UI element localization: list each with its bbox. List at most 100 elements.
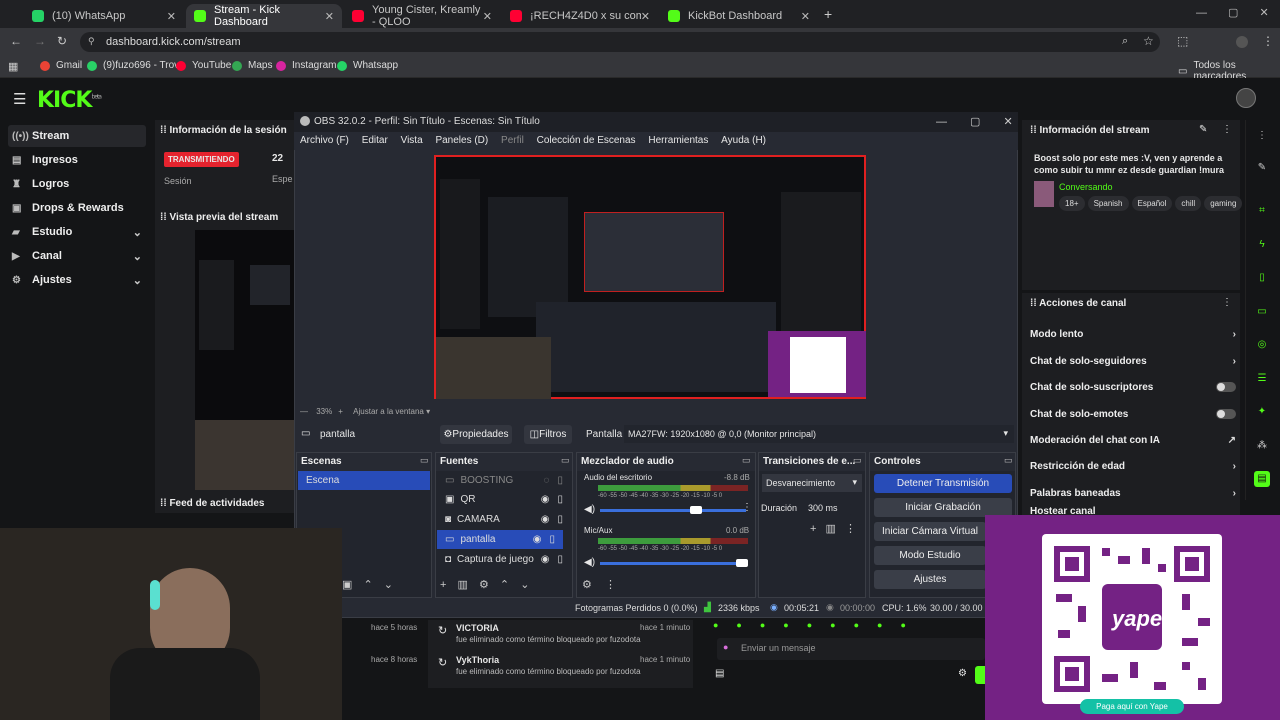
close-icon[interactable]: ✕ [641, 10, 650, 23]
clipboard-icon[interactable]: ▯ [1254, 270, 1270, 286]
add-icon[interactable]: + [810, 523, 816, 535]
tab-kickbot[interactable]: KickBot Dashboard ✕ [660, 4, 818, 28]
desktop-volume-slider[interactable] [600, 506, 746, 514]
tag[interactable]: Español [1131, 196, 1173, 211]
reload-icon[interactable]: ↻ [57, 34, 67, 48]
menu-vista[interactable]: Vista [401, 132, 423, 146]
tab-whatsapp[interactable]: (10) WhatsApp ✕ [24, 4, 184, 28]
fit-window-label[interactable]: Ajustar a la ventana [353, 407, 424, 416]
gear-icon[interactable]: ⚙ [479, 579, 489, 591]
menu-perfil[interactable]: Perfil [501, 132, 524, 146]
drag-icon[interactable]: ⁞⁞ [1030, 298, 1039, 309]
kebab-icon[interactable]: ⋮ [1222, 124, 1232, 135]
new-tab-icon[interactable]: + [824, 6, 832, 22]
action-subs-only[interactable]: Chat de solo-suscriptores [1030, 376, 1236, 398]
stop-stream-button[interactable]: Detener Transmisión [874, 474, 1012, 493]
zoom-in-icon[interactable]: + [338, 407, 345, 416]
stream-preview-video[interactable] [195, 230, 295, 490]
profile-avatar[interactable] [1236, 36, 1248, 48]
eye-icon[interactable]: ◉ [541, 494, 550, 505]
filter-icon[interactable]: ▣ [342, 579, 352, 591]
slider-handle[interactable] [690, 506, 702, 514]
list-icon[interactable]: ☰ [1254, 371, 1270, 387]
eye-icon[interactable]: ◉ [541, 514, 550, 525]
tag[interactable]: 18+ [1059, 196, 1085, 211]
dock-menu-icon[interactable]: ▭ [853, 455, 862, 466]
apps-icon[interactable]: ▦ [8, 60, 18, 73]
extensions-icon[interactable]: ⬚ [1177, 34, 1188, 48]
site-info-icon[interactable]: ⚲ [88, 36, 95, 47]
mixer-settings-icon[interactable]: ⚙ [582, 579, 592, 591]
up-icon[interactable]: ⌃ [363, 579, 372, 591]
bookmark-instagram[interactable]: Instagram [276, 60, 336, 71]
tab-kick-dashboard[interactable]: Stream - Kick Dashboard ✕ [186, 4, 342, 28]
close-icon[interactable]: ✕ [801, 10, 810, 23]
action-ai-moderation[interactable]: Moderación del chat con IA ↗ [1030, 429, 1236, 451]
tab-youtube-music[interactable]: Young Cister, Kreamly - QLOO ✕ [344, 4, 500, 28]
send-button[interactable] [975, 666, 985, 684]
sidebar-item-estudio[interactable]: ▰ Estudio ⌄ [8, 221, 146, 243]
duration-input[interactable]: 300 ms [804, 499, 862, 517]
sidebar-item-canal[interactable]: ▶ Canal ⌄ [8, 245, 146, 267]
bookmark-maps[interactable]: Maps [232, 60, 272, 71]
tab-youtube-video[interactable]: ¡RECH4Z4D0 x su comunida✕ [502, 4, 658, 28]
source-item-captura[interactable]: ◘ Captura de juego ◉ ▯ [437, 550, 571, 569]
scene-item[interactable]: Escena [298, 471, 430, 490]
menu-ayuda[interactable]: Ayuda (H) [721, 132, 766, 146]
lock-icon[interactable]: ▯ [557, 494, 563, 505]
lock-icon[interactable]: ▯ [557, 514, 563, 525]
menu-escenas[interactable]: Colección de Escenas [537, 132, 636, 146]
zoom-icon[interactable]: ⌕ [1122, 35, 1128, 48]
source-item-qr[interactable]: ▣ QR ◉ ▯ [437, 490, 571, 509]
kebab-icon[interactable]: ⋮ [845, 523, 856, 535]
tag[interactable]: chill [1175, 196, 1202, 211]
down-icon[interactable]: ⌄ [520, 579, 529, 591]
mic-volume-slider[interactable] [600, 559, 748, 567]
broadcast-icon[interactable]: ◎ [1254, 337, 1270, 353]
bookmark-trovo[interactable]: (9)fuzo696 - Trovo [87, 60, 185, 71]
toggle-switch[interactable] [1216, 409, 1236, 419]
add-icon[interactable]: + [440, 579, 446, 591]
action-banned-words[interactable]: Palabras baneadas › [1030, 482, 1236, 504]
gear-icon[interactable]: ⚙ [958, 668, 967, 679]
tag[interactable]: Spanish [1087, 196, 1129, 211]
kebab-icon[interactable]: ⋮ [605, 579, 616, 591]
wrench-icon[interactable]: ✦ [1254, 404, 1270, 420]
hamburger-icon[interactable]: ☰ [13, 90, 26, 108]
dock-menu-icon[interactable]: ▭ [561, 455, 570, 466]
toggle-switch[interactable] [1216, 382, 1236, 392]
filters-button[interactable]: ◫ Filtros [524, 425, 572, 444]
settings-button[interactable]: Ajustes [874, 570, 986, 589]
speaker-icon[interactable]: ◀) [584, 504, 595, 515]
chat-input[interactable]: Enviar un mensaje [717, 638, 985, 660]
action-slow-mode[interactable]: Modo lento › [1030, 323, 1236, 345]
action-emotes-only[interactable]: Chat de solo-emotes [1030, 403, 1236, 425]
close-icon[interactable]: ✕ [325, 10, 334, 23]
down-icon[interactable]: ⌄ [384, 579, 393, 591]
trash-icon[interactable]: ▥ [458, 579, 468, 591]
source-item-pantalla[interactable]: ▭ pantalla ◉ ▯ [437, 530, 563, 549]
virtual-camera-button[interactable]: Iniciar Cámara Virtual [874, 522, 986, 541]
crop-icon[interactable]: ⌗ [1254, 203, 1270, 219]
menu-archivo[interactable]: Archivo (F) [300, 132, 349, 146]
source-item-camara[interactable]: ◙ CAMARA ◉ ▯ [437, 510, 571, 529]
lightning-icon[interactable]: ϟ [1254, 237, 1270, 253]
zoom-out-icon[interactable]: — [300, 407, 310, 416]
edit-icon[interactable]: ✎ [1199, 124, 1207, 135]
dock-menu-icon[interactable]: ▭ [420, 455, 429, 466]
sidebar-item-drops[interactable]: ▣ Drops & Rewards [8, 197, 146, 219]
close-icon[interactable]: ✕ [167, 10, 176, 23]
bookmark-whatsapp[interactable]: Whatsapp [337, 60, 398, 71]
lock-icon[interactable]: ▯ [549, 534, 555, 545]
action-age-restriction[interactable]: Restricción de edad › [1030, 455, 1236, 477]
bookmark-star-icon[interactable]: ☆ [1143, 34, 1154, 48]
menu-editar[interactable]: Editar [362, 132, 388, 146]
studio-mode-button[interactable]: Modo Estudio [874, 546, 986, 565]
sidebar-item-ajustes[interactable]: ⚙ Ajustes ⌄ [8, 269, 146, 291]
up-icon[interactable]: ⌃ [500, 579, 509, 591]
monitor-select[interactable]: MA27FW: 1920x1080 @ 0,0 (Monitor princip… [624, 425, 1014, 443]
bookmark-gmail[interactable]: Gmail [40, 60, 82, 71]
eye-icon[interactable]: ◉ [533, 534, 542, 545]
properties-button[interactable]: ⚙ Propiedades [440, 425, 512, 444]
menu-herramientas[interactable]: Herramientas [648, 132, 708, 146]
